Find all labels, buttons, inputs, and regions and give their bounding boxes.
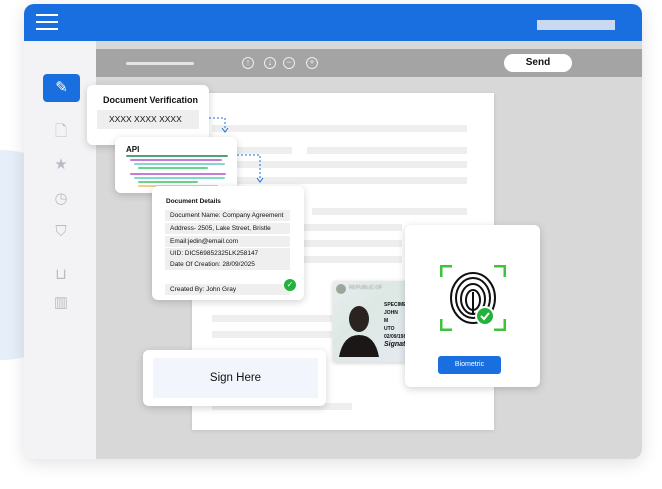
edit-icon[interactable]: ✎ [43, 74, 80, 102]
document-details-card: Document Details Document Name: Company … [152, 186, 304, 300]
clock-icon[interactable]: ◷ [50, 189, 72, 207]
detail-row: Date Of Creation: 28/09/2025 [165, 259, 290, 270]
code-line [130, 159, 222, 161]
verification-code-field[interactable]: XXXX XXXX XXXX [97, 110, 199, 129]
created-by: Created By: John Gray [165, 284, 290, 295]
biometric-card: Biometric [405, 225, 540, 387]
code-line [130, 173, 226, 175]
code-line [134, 163, 225, 165]
upload-icon[interactable]: ↑ [242, 57, 254, 69]
chart-icon[interactable]: ▥ [50, 293, 72, 311]
detail-row: UID: DIC569852325LK258147 [165, 248, 290, 259]
id-photo [339, 306, 379, 357]
text-line [312, 208, 467, 215]
download-icon[interactable]: ↓ [264, 57, 276, 69]
seal-icon [336, 284, 346, 294]
fingerprint-icon [440, 265, 506, 331]
code-line [138, 181, 198, 183]
zoom-in-icon[interactable]: + [306, 57, 318, 69]
id-header: REPUBLIC OF [349, 285, 383, 291]
code-line [134, 177, 225, 179]
detail-row: Document Name: Company Agreement [165, 210, 290, 221]
inbox-icon[interactable]: ⊔ [50, 265, 72, 283]
text-line [307, 147, 467, 154]
star-icon[interactable]: ★ [50, 155, 72, 173]
check-icon: ✓ [284, 279, 296, 291]
api-card: API [115, 137, 237, 193]
zoom-out-icon[interactable]: − [283, 57, 295, 69]
card-title: Document Details [166, 198, 221, 205]
hamburger-icon[interactable] [36, 14, 58, 30]
toolbar-title-placeholder [126, 62, 194, 65]
document-verification-card: Document Verification XXXX XXXX XXXX [87, 85, 209, 145]
header [24, 4, 642, 41]
text-line [212, 331, 332, 338]
biometric-button[interactable]: Biometric [438, 356, 501, 374]
code-line [126, 155, 228, 157]
toolbar: ↑ ↓ − + ⚙ Send [96, 49, 642, 77]
detail-row: Address- 2505, Lake Street, Bristle [165, 223, 290, 234]
code-line [138, 167, 208, 169]
sign-card: Sign Here [143, 350, 326, 406]
sign-here-field[interactable]: Sign Here [153, 358, 318, 398]
header-placeholder [537, 20, 615, 30]
detail-row: Email:jedin@email.com [165, 236, 290, 247]
bookmark-icon[interactable]: ⛉ [50, 223, 72, 240]
document-icon[interactable]: 🗋 [50, 121, 72, 146]
text-line [212, 315, 332, 322]
card-title: Document Verification [103, 95, 199, 105]
id-card: REPUBLIC OF SPECIMEN JOHN M UTO 02/09/19… [333, 281, 410, 362]
send-button[interactable]: Send [504, 54, 572, 72]
card-title: API [126, 145, 140, 154]
